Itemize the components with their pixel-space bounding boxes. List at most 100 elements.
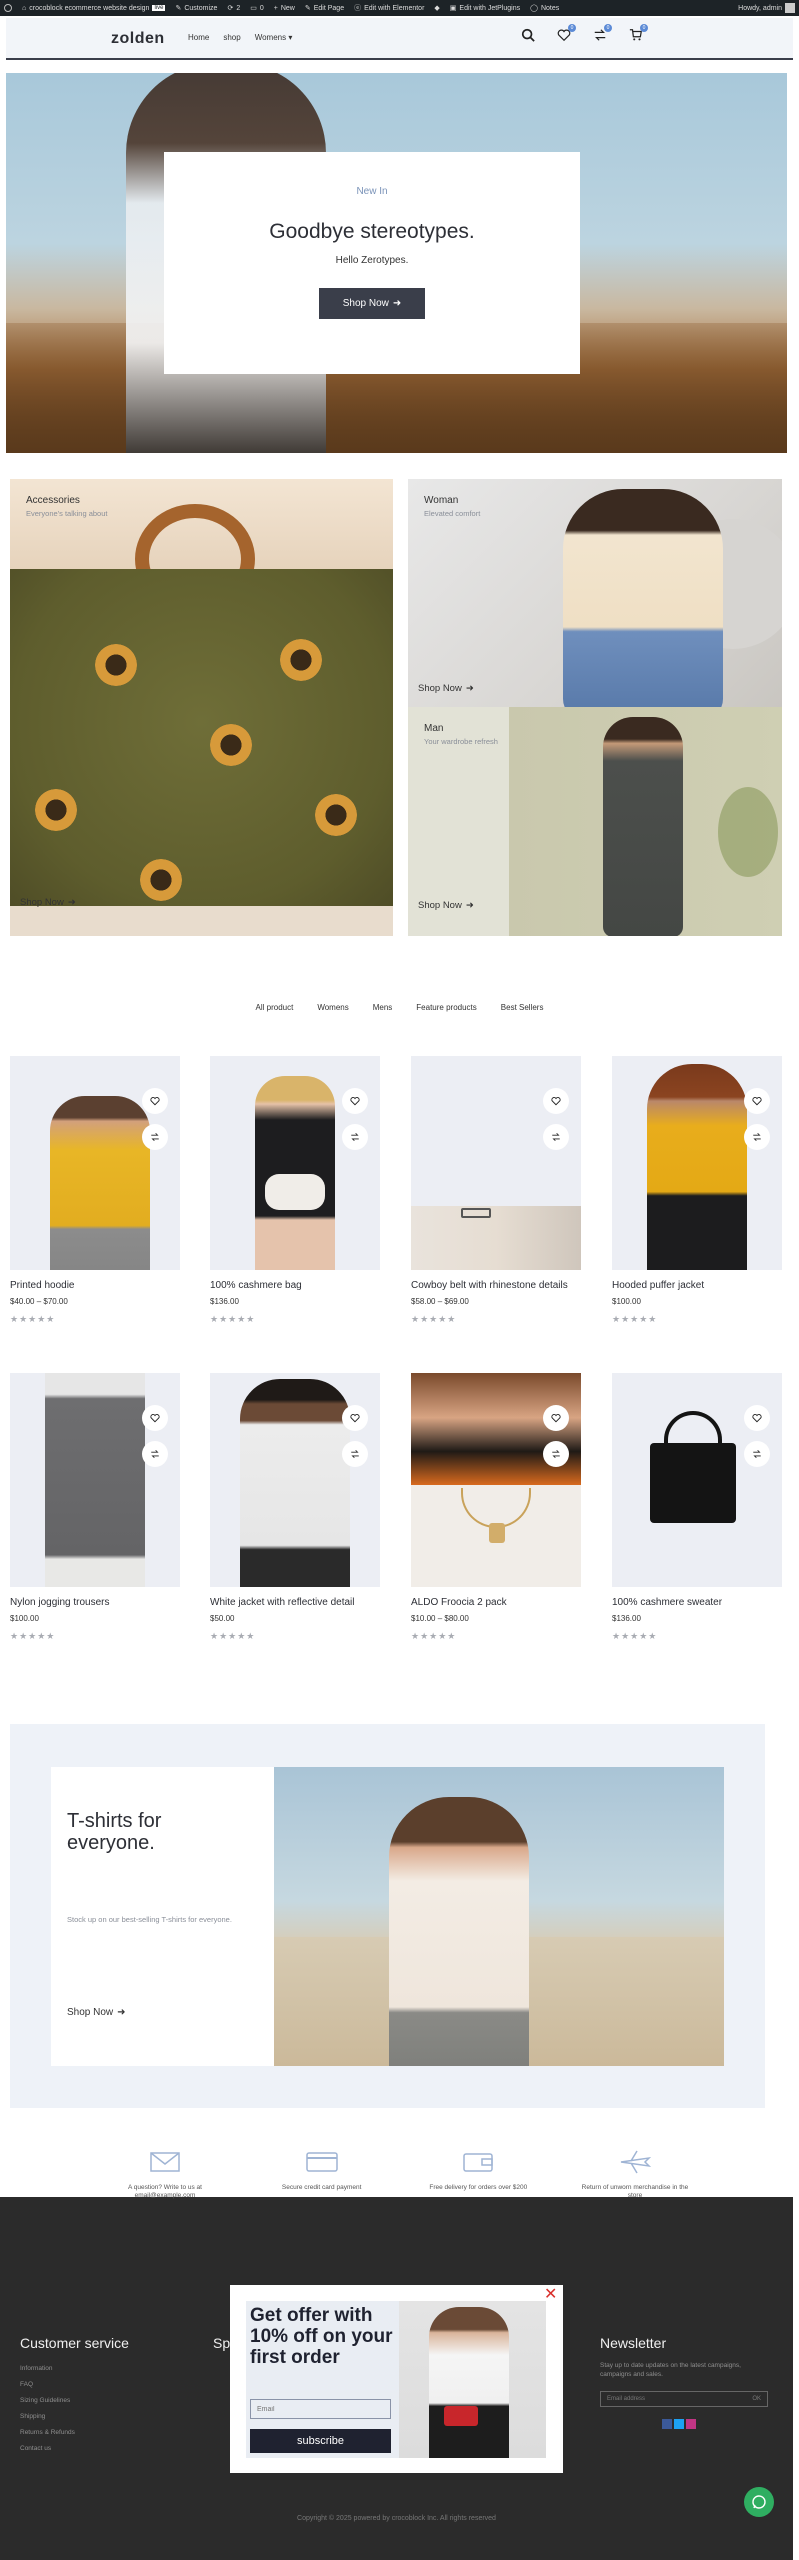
tab-feature-products[interactable]: Feature products	[404, 1003, 488, 1012]
search-icon[interactable]	[521, 28, 535, 42]
add-to-compare-button[interactable]	[142, 1124, 168, 1150]
product-name[interactable]: Printed hoodie	[10, 1280, 180, 1291]
footer-link[interactable]: Shipping	[20, 2409, 129, 2425]
product-card[interactable]: Nylon jogging trousers $100.00 ★★★★★	[10, 1373, 180, 1642]
popup-subscribe-button[interactable]: subscribe	[250, 2429, 391, 2453]
admin-edit-page[interactable]: ✎ Edit Page	[305, 4, 344, 13]
product-name[interactable]: Nylon jogging trousers	[10, 1597, 180, 1608]
newsletter-submit-button[interactable]: OK	[752, 2396, 761, 2402]
arrow-right-icon: ➜	[117, 2007, 126, 2018]
wishlist-icon[interactable]: 0	[557, 24, 576, 42]
close-icon[interactable]: ✕	[544, 2287, 557, 2303]
product-image[interactable]	[10, 1056, 180, 1270]
instagram-icon[interactable]	[686, 2419, 696, 2429]
cart-icon[interactable]: 0	[629, 24, 648, 42]
plant-leaves-shape	[718, 787, 778, 877]
product-price: $50.00	[210, 1614, 235, 1623]
accessories-shop-now-link[interactable]: Shop Now ➜	[20, 897, 76, 908]
product-card[interactable]: 100% cashmere bag $136.00 ★★★★★	[210, 1056, 380, 1325]
add-to-wishlist-button[interactable]	[543, 1088, 569, 1114]
category-woman[interactable]: Woman Elevated comfort Shop Now ➜	[408, 479, 782, 707]
admin-customize[interactable]: ✎ Customize	[175, 4, 217, 13]
add-to-wishlist-button[interactable]	[744, 1405, 770, 1431]
compare-icon[interactable]: 0	[593, 24, 612, 42]
twitter-icon[interactable]	[674, 2419, 684, 2429]
bag-body-shape	[10, 569, 393, 909]
add-to-compare-button[interactable]	[543, 1441, 569, 1467]
product-name[interactable]: ALDO Froocia 2 pack	[411, 1597, 581, 1608]
footer-link[interactable]: Contact us	[20, 2441, 129, 2457]
product-name[interactable]: 100% cashmere bag	[210, 1280, 380, 1291]
facebook-icon[interactable]	[662, 2419, 672, 2429]
footer-copyright: Copyright © 2025 powered by crocoblock I…	[297, 2515, 496, 2522]
product-card[interactable]: Printed hoodie $40.00 – $70.00 ★★★★★	[10, 1056, 180, 1325]
woman-shop-now-link[interactable]: Shop Now ➜	[418, 683, 474, 694]
add-to-compare-button[interactable]	[744, 1441, 770, 1467]
product-name[interactable]: Hooded puffer jacket	[612, 1280, 782, 1291]
add-to-compare-button[interactable]	[342, 1441, 368, 1467]
newsletter-text: Stay up to date updates on the latest ca…	[600, 2362, 741, 2378]
add-to-wishlist-button[interactable]	[744, 1088, 770, 1114]
product-image[interactable]	[612, 1056, 782, 1270]
product-card[interactable]: 100% cashmere sweater $136.00 ★★★★★	[612, 1373, 782, 1642]
whatsapp-chat-button[interactable]	[744, 2487, 774, 2517]
category-man[interactable]: Man Your wardrobe refresh Shop Now ➜	[408, 707, 782, 936]
product-image[interactable]	[612, 1373, 782, 1587]
man-shop-now-link[interactable]: Shop Now ➜	[418, 900, 474, 911]
wordpress-icon[interactable]	[4, 4, 12, 12]
cashmere-bag-shape	[265, 1174, 325, 1210]
footer-link[interactable]: Returns & Refunds	[20, 2425, 129, 2441]
brush-icon: ✎	[175, 5, 182, 12]
add-to-wishlist-button[interactable]	[142, 1088, 168, 1114]
popup-email-input[interactable]	[250, 2399, 391, 2419]
product-card[interactable]: Hooded puffer jacket $100.00 ★★★★★	[612, 1056, 782, 1325]
add-to-compare-button[interactable]	[342, 1124, 368, 1150]
admin-new[interactable]: + New	[274, 5, 295, 12]
hero-shop-now-button[interactable]: Shop Now ➜	[319, 288, 425, 319]
product-card[interactable]: Cowboy belt with rhinestone details $58.…	[411, 1056, 581, 1325]
admin-comments[interactable]: ▭ 0	[250, 4, 264, 13]
add-to-wishlist-button[interactable]	[342, 1405, 368, 1431]
footer-link[interactable]: Information	[20, 2361, 129, 2377]
tab-best-sellers[interactable]: Best Sellers	[489, 1003, 556, 1012]
product-image[interactable]	[10, 1373, 180, 1587]
product-card[interactable]: ALDO Froocia 2 pack $10.00 – $80.00 ★★★★…	[411, 1373, 581, 1642]
product-card[interactable]: White jacket with reflective detail $50.…	[210, 1373, 380, 1642]
product-name[interactable]: White jacket with reflective detail	[210, 1597, 380, 1608]
nav-item-womens[interactable]: Womens ▾	[255, 33, 293, 42]
admin-site-name[interactable]: ⌂ crocoblock ecommerce website design live	[22, 5, 166, 12]
newsletter-email-input[interactable]: Email address OK	[600, 2391, 768, 2407]
product-image[interactable]	[411, 1056, 581, 1270]
tab-womens[interactable]: Womens	[305, 1003, 360, 1012]
admin-elementor[interactable]: ⓔ Edit with Elementor	[354, 3, 424, 13]
tab-all-product[interactable]: All product	[244, 1003, 306, 1012]
belt-model-shape	[411, 1206, 581, 1270]
admin-jet-icon[interactable]: ◆	[434, 4, 439, 12]
admin-updates[interactable]: ⟳ 2	[227, 4, 240, 13]
nav-item-home[interactable]: Home	[188, 33, 209, 42]
arrow-right-icon: ➜	[67, 897, 76, 908]
product-image[interactable]	[210, 1056, 380, 1270]
add-to-wishlist-button[interactable]	[142, 1405, 168, 1431]
tab-mens[interactable]: Mens	[361, 1003, 405, 1012]
site-logo[interactable]: zolden	[111, 30, 165, 48]
promo-shop-now-link[interactable]: Shop Now ➜	[67, 2007, 126, 2018]
product-name[interactable]: Cowboy belt with rhinestone details	[411, 1280, 581, 1291]
add-to-compare-button[interactable]	[543, 1124, 569, 1150]
footer-link[interactable]: Sizing Guidelines	[20, 2393, 129, 2409]
admin-notes[interactable]: ◯ Notes	[530, 4, 559, 13]
hero-title: Goodbye stereotypes.	[269, 220, 475, 243]
admin-account[interactable]: Howdy, admin	[738, 3, 795, 13]
newsletter-popup: ✕ Get offer with 10% off on your first o…	[230, 2285, 563, 2473]
nav-item-shop[interactable]: shop	[223, 33, 240, 42]
product-image[interactable]	[210, 1373, 380, 1587]
footer-link[interactable]: FAQ	[20, 2377, 129, 2393]
product-image[interactable]	[411, 1373, 581, 1587]
category-accessories[interactable]: Accessories Everyone's talking about Sho…	[10, 479, 393, 936]
product-name[interactable]: 100% cashmere sweater	[612, 1597, 782, 1608]
add-to-wishlist-button[interactable]	[342, 1088, 368, 1114]
add-to-compare-button[interactable]	[744, 1124, 770, 1150]
add-to-wishlist-button[interactable]	[543, 1405, 569, 1431]
add-to-compare-button[interactable]	[142, 1441, 168, 1467]
admin-jetplugins[interactable]: ▣ Edit with JetPlugins	[450, 4, 520, 13]
